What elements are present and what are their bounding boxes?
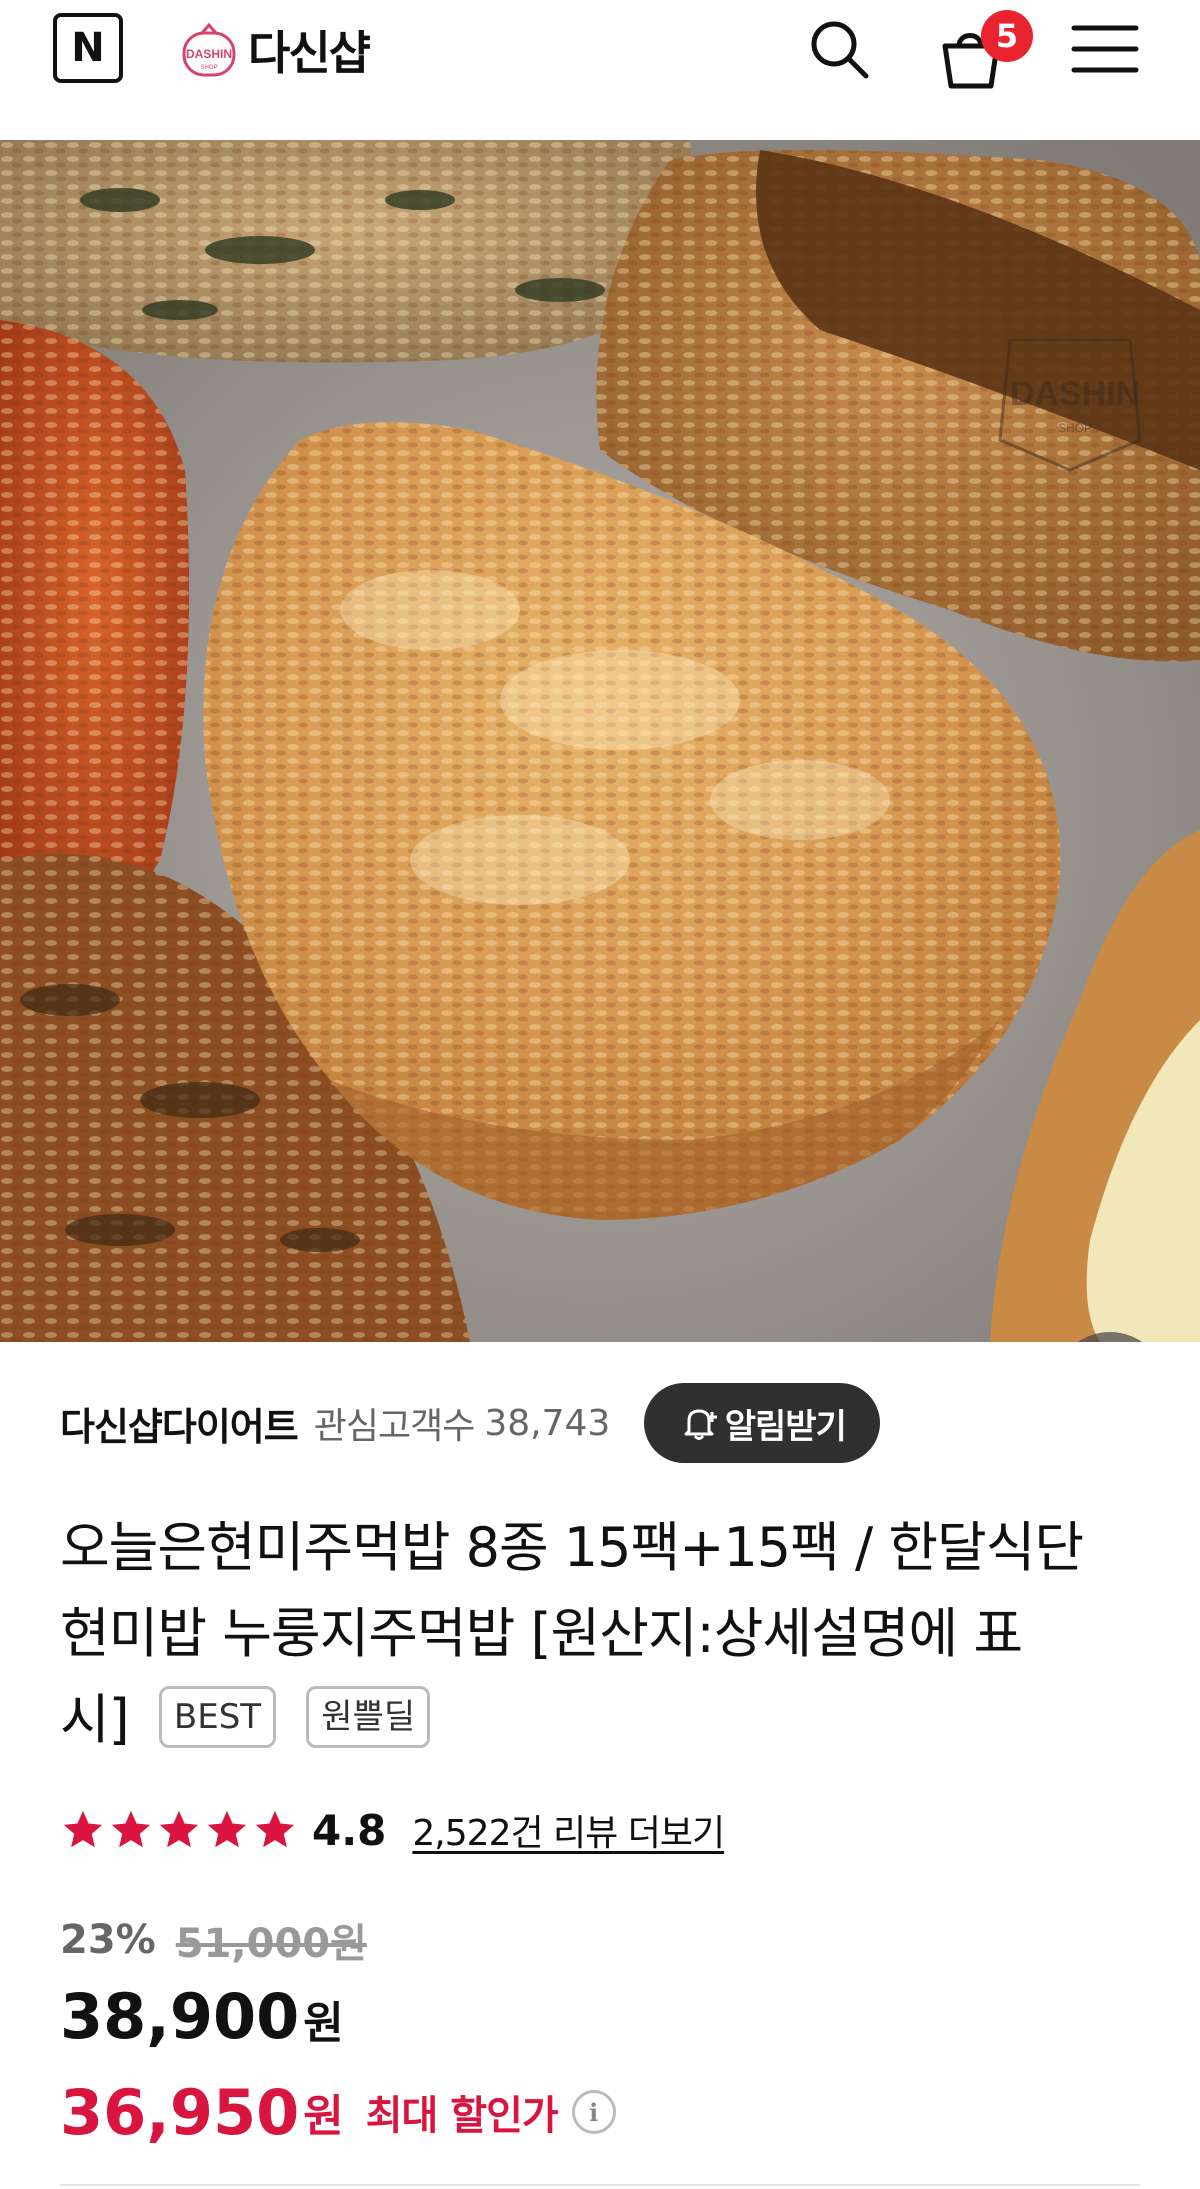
- original-price: 51,000원: [175, 1921, 367, 1967]
- best-tag: BEST: [158, 1686, 277, 1749]
- photo-watermark: DASHIN: [1010, 375, 1140, 413]
- star-icon: [207, 1810, 247, 1848]
- sale-price: 38,900: [60, 1980, 300, 2053]
- bell-plus-icon: [684, 1409, 717, 1440]
- product-title-line: 시] BEST 원쁠딜: [60, 1677, 1150, 1763]
- subscribe-alarm-label: 알림받기: [724, 1406, 847, 1447]
- brand-logo-link[interactable]: DASHIN SHOP 다신샵: [180, 18, 371, 82]
- rating-value: 4.8: [312, 1805, 387, 1855]
- naver-home-button[interactable]: N: [53, 13, 123, 83]
- store-name-link[interactable]: 다신샵다이어트: [60, 1396, 299, 1451]
- product-title: 오늘은현미주먹밥 8종 15팩+15팩 / 한달식단 현미밥 누룽지주먹밥 [원…: [60, 1505, 1150, 1763]
- star-icon: [255, 1810, 295, 1848]
- star-rating: [60, 1807, 298, 1853]
- photo-watermark-sub: SHOP: [1058, 421, 1092, 435]
- followers-label: 관심고객수: [313, 1406, 476, 1447]
- review-more-link[interactable]: 2,522건 리뷰 더보기: [412, 1804, 725, 1856]
- star-icon: [63, 1810, 103, 1848]
- product-title-line: 오늘은현미주먹밥 8종 15팩+15팩 / 한달식단: [60, 1516, 1084, 1579]
- max-discount-row: 36,950 원 최대 할인가 i: [60, 2072, 616, 2152]
- sale-price-row: 38,900 원: [60, 1980, 344, 2060]
- product-title-line: 현미밥 누룽지주먹밥 [원산지:상세설명에 표: [60, 1602, 1023, 1665]
- product-image-carousel[interactable]: DASHIN SHOP: [0, 140, 1200, 1342]
- cart-button[interactable]: 5: [935, 10, 1035, 90]
- brand-name: 다신샵: [248, 26, 371, 80]
- discount-rate: 23%: [60, 1917, 156, 1963]
- followers-count: 38,743: [484, 1402, 611, 1444]
- discount-row: 23% 51,000원: [60, 1910, 367, 1970]
- rating-row: 4.8 2,522건 리뷰 더보기: [60, 1800, 725, 1860]
- store-info-row: 다신샵다이어트 관심고객수 38,743 알림받기: [60, 1383, 881, 1463]
- top-header: N DASHIN SHOP 다신샵 5: [0, 0, 1200, 140]
- product-title-line-end: 시]: [60, 1688, 130, 1751]
- one-plus-deal-tag: 원쁠딜: [306, 1686, 431, 1749]
- max-discount-price: 36,950: [60, 2075, 300, 2149]
- section-divider: [60, 2184, 1140, 2186]
- subscribe-alarm-button[interactable]: 알림받기: [644, 1383, 881, 1463]
- search-icon[interactable]: [804, 14, 874, 84]
- star-icon: [111, 1810, 151, 1848]
- max-discount-currency: 원: [303, 2091, 344, 2142]
- menu-icon[interactable]: [1070, 14, 1140, 84]
- info-icon[interactable]: i: [571, 2090, 616, 2134]
- max-discount-label: 최대 할인가: [365, 2093, 559, 2139]
- brand-logo-text: DASHIN: [186, 47, 232, 61]
- brand-logo-icon: DASHIN SHOP: [182, 22, 236, 77]
- product-photo: DASHIN SHOP: [0, 140, 1200, 1342]
- brand-logo-subtext: SHOP: [200, 65, 217, 71]
- star-icon: [159, 1810, 199, 1848]
- sale-price-currency: 원: [303, 1998, 344, 2049]
- cart-count-badge: 5: [981, 10, 1033, 62]
